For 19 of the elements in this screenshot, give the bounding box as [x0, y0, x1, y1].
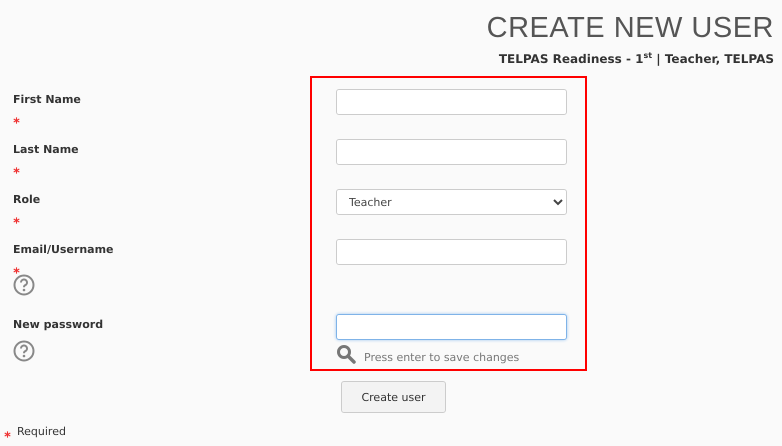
field-label: First Name	[13, 93, 81, 107]
text-field[interactable]	[336, 89, 567, 115]
search-icon	[336, 344, 356, 364]
page-subtitle: TELPAS Readiness - 1$^{st}$ | Teacher, TELPAS	[498, 51, 774, 66]
field-label: Last Name	[13, 143, 79, 157]
role-select[interactable]: Teacher	[336, 189, 567, 215]
required-legend: Required	[17, 425, 66, 438]
field-label: Role	[13, 193, 40, 207]
help-icon[interactable]	[13, 274, 35, 296]
text-field[interactable]	[336, 239, 567, 265]
page-title: CREATE NEW USER	[486, 12, 774, 45]
password-field[interactable]	[336, 314, 567, 340]
field-label: Email/Username	[13, 243, 114, 257]
text-field[interactable]	[336, 139, 567, 165]
help-icon[interactable]	[13, 340, 35, 362]
field-label: New password	[13, 318, 104, 332]
hint-text: Press enter to save changes	[364, 350, 520, 364]
required-icon	[4, 431, 11, 438]
create-user-button[interactable]: Create user	[341, 381, 446, 413]
